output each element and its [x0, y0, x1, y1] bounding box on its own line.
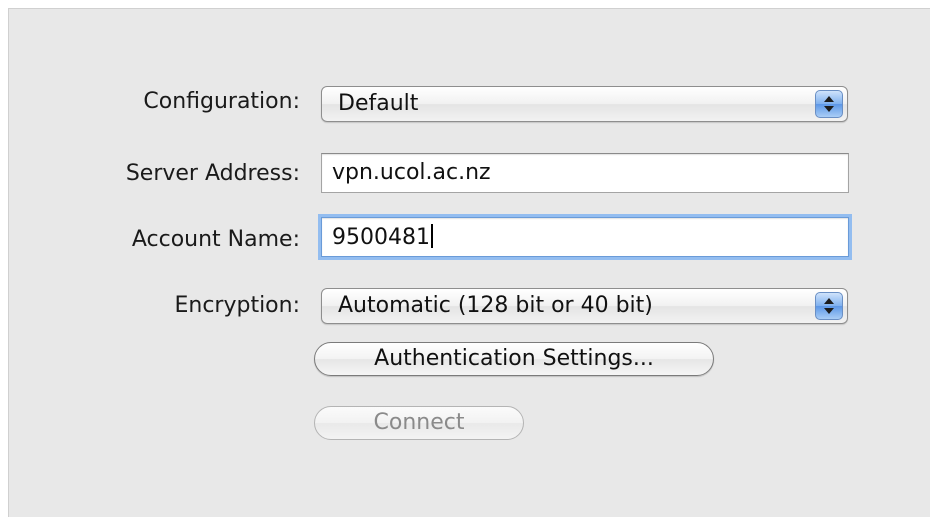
vpn-settings-panel: Configuration: Default Server Address: v… — [8, 8, 930, 517]
server-address-value: vpn.ucol.ac.nz — [332, 160, 491, 185]
encryption-popup[interactable]: Automatic (128 bit or 40 bit) — [321, 288, 848, 324]
up-down-chevron-icon — [815, 90, 843, 118]
server-address-label: Server Address: — [125, 161, 300, 186]
account-name-text: 9500481 — [332, 225, 430, 250]
up-down-chevron-icon — [815, 292, 843, 320]
text-caret — [430, 224, 433, 248]
connect-button[interactable]: Connect — [314, 406, 524, 440]
configuration-popup[interactable]: Default — [321, 86, 848, 122]
server-address-field[interactable]: vpn.ucol.ac.nz — [321, 153, 849, 193]
configuration-value: Default — [338, 91, 419, 116]
account-name-field[interactable]: 9500481 — [321, 217, 849, 257]
account-name-label: Account Name: — [131, 227, 300, 252]
encryption-label: Encryption: — [174, 293, 300, 318]
authentication-settings-button[interactable]: Authentication Settings... — [314, 342, 714, 376]
encryption-value: Automatic (128 bit or 40 bit) — [338, 293, 653, 318]
account-name-value: 9500481 — [332, 224, 433, 251]
configuration-label: Configuration: — [143, 89, 300, 114]
